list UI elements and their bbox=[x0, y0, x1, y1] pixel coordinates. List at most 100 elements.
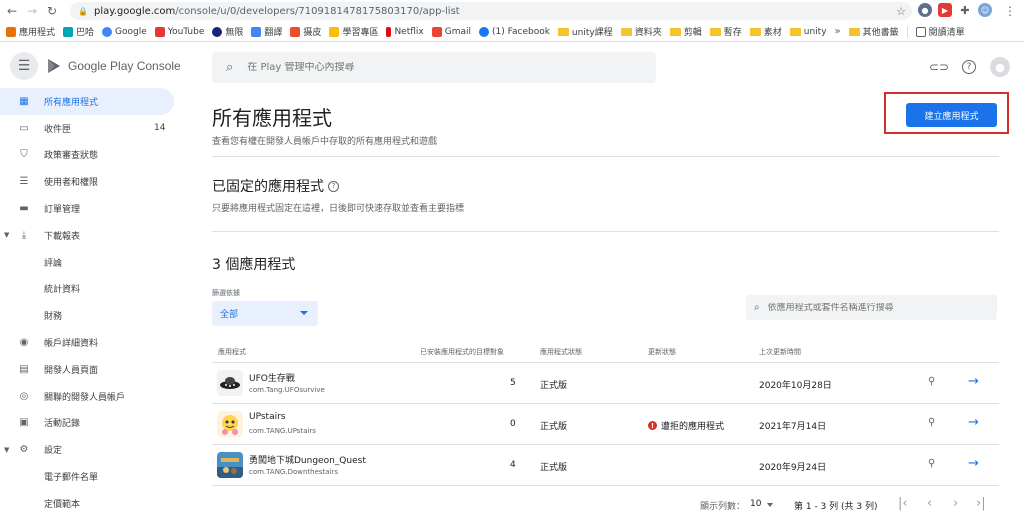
app-search[interactable]: ⌕ bbox=[746, 295, 997, 320]
column-header-app[interactable]: 應用程式 bbox=[218, 347, 246, 357]
create-app-button[interactable]: 建立應用程式 bbox=[906, 103, 997, 127]
bookmark-folder-temp[interactable]: 暫存 bbox=[709, 25, 742, 38]
bookmark-folder-data[interactable]: 資料夾 bbox=[620, 25, 662, 38]
bookmark-folder-edit[interactable]: 剪輯 bbox=[669, 25, 702, 38]
pinned-apps-heading: 已固定的應用程式 ? bbox=[212, 176, 339, 196]
bookmark-unlimited[interactable]: 無限 bbox=[212, 25, 243, 38]
arrow-forward-icon[interactable]: → bbox=[968, 374, 979, 389]
app-status: 正式版 bbox=[540, 463, 568, 473]
sidebar-item-download-reports[interactable]: ▼ ⤓ 下載報表 bbox=[0, 222, 180, 249]
previous-page-icon[interactable]: ‹ bbox=[927, 496, 932, 511]
bookmark-youtube[interactable]: YouTube bbox=[154, 26, 204, 37]
globe-extension-icon[interactable]: ● bbox=[918, 3, 932, 17]
arrow-forward-icon[interactable]: → bbox=[968, 456, 979, 471]
bookmark-google[interactable]: Google bbox=[102, 26, 147, 37]
netflix-icon bbox=[386, 26, 392, 37]
sidebar-item-email-lists[interactable]: 電子郵件名單 bbox=[0, 463, 180, 490]
rows-per-page-label: 顯示列數： bbox=[700, 502, 746, 512]
bookmark-learning[interactable]: 學習專區 bbox=[329, 25, 378, 38]
table-row[interactable]: 勇闖地下城Dungeon_Quest com.TANG.Downthestair… bbox=[212, 445, 999, 486]
sidebar-item-financial[interactable]: 財務 bbox=[0, 302, 180, 329]
expand-caret-icon[interactable]: ▼ bbox=[4, 231, 9, 239]
app-name: UPstairs bbox=[249, 412, 286, 422]
brand-title: Google Play Console bbox=[68, 59, 181, 73]
arrow-forward-icon[interactable]: → bbox=[968, 415, 979, 430]
dropdown-arrow-icon[interactable] bbox=[767, 503, 773, 507]
app-status: 正式版 bbox=[540, 422, 568, 432]
address-bar[interactable]: 🔒 play.google.com /console/u/0/developer… bbox=[70, 2, 912, 20]
youtube-extension-icon[interactable]: ▶ bbox=[938, 3, 952, 17]
table-row[interactable]: UPstairs com.TANG.UPstairs 0 正式版 ! 遭拒的應用… bbox=[212, 404, 999, 445]
bookmark-star-icon[interactable]: ☆ bbox=[896, 5, 906, 18]
update-status-label: 遭拒的應用程式 bbox=[661, 422, 725, 432]
table-row[interactable]: UFO生存戰 com.Tang.UFOsurvive 5 正式版 2020年10… bbox=[212, 363, 999, 404]
bookmark-folder-unity-course[interactable]: unity課程 bbox=[557, 25, 613, 38]
next-page-icon[interactable]: › bbox=[953, 496, 958, 511]
expand-caret-icon[interactable]: ▼ bbox=[4, 446, 9, 454]
console-search[interactable]: ⌕ bbox=[212, 52, 656, 83]
pin-icon[interactable]: ⚲ bbox=[928, 458, 935, 469]
bookmark-folder-unity[interactable]: unity bbox=[789, 27, 827, 37]
sidebar-item-policy-status[interactable]: ⛉ 政策審查狀態 bbox=[0, 142, 180, 169]
last-updated-date: 2020年9月24日 bbox=[759, 463, 827, 473]
sidebar-item-users-permissions[interactable]: ☰ 使用者和權限 bbox=[0, 168, 180, 195]
sidebar-item-settings[interactable]: ▼ ⚙ 設定 bbox=[0, 436, 180, 463]
bookmark-gmail[interactable]: Gmail bbox=[431, 26, 471, 37]
pinned-apps-description: 只要將應用程式固定在這裡，日後即可快速存取並查看主要指標 bbox=[212, 204, 465, 214]
first-page-icon[interactable]: |‹ bbox=[898, 496, 908, 511]
sidebar-item-developer-page[interactable]: ▤ 開發人員頁面 bbox=[0, 356, 180, 383]
rows-per-page-select[interactable]: 10 bbox=[750, 499, 761, 509]
url-host: play.google.com bbox=[93, 5, 176, 17]
sidebar-item-order-management[interactable]: ▬ 訂單管理 bbox=[0, 195, 180, 222]
help-circle-icon[interactable]: ? bbox=[328, 180, 339, 192]
bahamut-icon bbox=[63, 26, 74, 37]
apps-grid-icon bbox=[6, 26, 16, 37]
bookmark-folder-assets[interactable]: 素材 bbox=[749, 25, 782, 38]
reload-icon[interactable]: ↻ bbox=[44, 3, 60, 19]
forward-icon[interactable]: → bbox=[24, 3, 40, 19]
back-icon[interactable]: ← bbox=[4, 3, 20, 19]
sidebar-item-statistics[interactable]: 統計資料 bbox=[0, 276, 180, 303]
pagination: 顯示列數： 10 第 1 - 3 列 (共 3 列) |‹ ‹ › ›| bbox=[212, 495, 999, 517]
sidebar-item-pricing-templates[interactable]: 定價範本 bbox=[0, 490, 180, 517]
download-icon: ⤓ bbox=[21, 229, 27, 241]
bookmark-bahamut[interactable]: 巴哈 bbox=[63, 25, 94, 38]
profile-avatar-icon[interactable]: ☺ bbox=[978, 3, 992, 17]
bookmark-facebook[interactable]: (1) Facebook bbox=[479, 26, 550, 37]
more-bookmarks-icon[interactable]: » bbox=[835, 26, 841, 37]
column-header-last-updated[interactable]: 上次更新時間 bbox=[759, 347, 801, 357]
bookmark-netflix[interactable]: Netflix bbox=[386, 26, 424, 37]
bookmark-apps[interactable]: 應用程式 bbox=[6, 25, 55, 38]
reading-list-icon bbox=[915, 26, 926, 37]
sidebar-item-all-apps[interactable]: ▦ 所有應用程式 bbox=[0, 88, 174, 115]
google-icon bbox=[102, 26, 113, 37]
sidebar-item-reviews[interactable]: 評論 bbox=[0, 249, 180, 276]
sidebar-item-account-details[interactable]: ◉ 帳戶詳細資料 bbox=[0, 329, 180, 356]
bookmark-shopee[interactable]: 摄皮 bbox=[290, 25, 321, 38]
last-page-icon[interactable]: ›| bbox=[976, 496, 986, 511]
link-icon[interactable]: ⊂⊃ bbox=[929, 58, 949, 76]
pin-icon[interactable]: ⚲ bbox=[928, 376, 935, 387]
last-updated-date: 2020年10月28日 bbox=[759, 381, 832, 391]
app-search-input[interactable] bbox=[767, 302, 978, 313]
bookmark-translate[interactable]: 翻譯 bbox=[251, 25, 282, 38]
header-actions: ⊂⊃ ? ● bbox=[929, 57, 1010, 77]
help-icon[interactable]: ? bbox=[962, 60, 976, 74]
puzzle-icon[interactable]: ✚ bbox=[958, 3, 972, 17]
column-header-installs[interactable]: 已安裝應用程式的目標對象 bbox=[420, 347, 504, 357]
account-avatar[interactable]: ● bbox=[990, 57, 1010, 77]
browser-menu-icon[interactable]: ⋮ bbox=[1004, 4, 1016, 18]
sidebar-item-activity-log[interactable]: ▣ 活動記錄 bbox=[0, 410, 180, 437]
filter-dropdown[interactable]: 全部 bbox=[212, 301, 318, 326]
sidebar-item-inbox[interactable]: ▭ 收件匣 14 bbox=[0, 115, 180, 142]
pin-icon[interactable]: ⚲ bbox=[928, 417, 935, 428]
sidebar-item-linked-accounts[interactable]: ◎ 關聯的開發人員帳戶 bbox=[0, 383, 180, 410]
translate-icon bbox=[251, 26, 262, 37]
column-header-update-status[interactable]: 更新狀態 bbox=[648, 347, 676, 357]
column-header-status[interactable]: 應用程式狀態 bbox=[540, 347, 582, 357]
bookmark-other[interactable]: 其他書籤 bbox=[848, 25, 899, 38]
menu-icon[interactable]: ☰ bbox=[10, 52, 38, 80]
console-search-input[interactable] bbox=[247, 62, 548, 73]
search-icon: ⌕ bbox=[226, 60, 234, 75]
reading-list[interactable]: 閱讀清單 bbox=[915, 25, 965, 38]
